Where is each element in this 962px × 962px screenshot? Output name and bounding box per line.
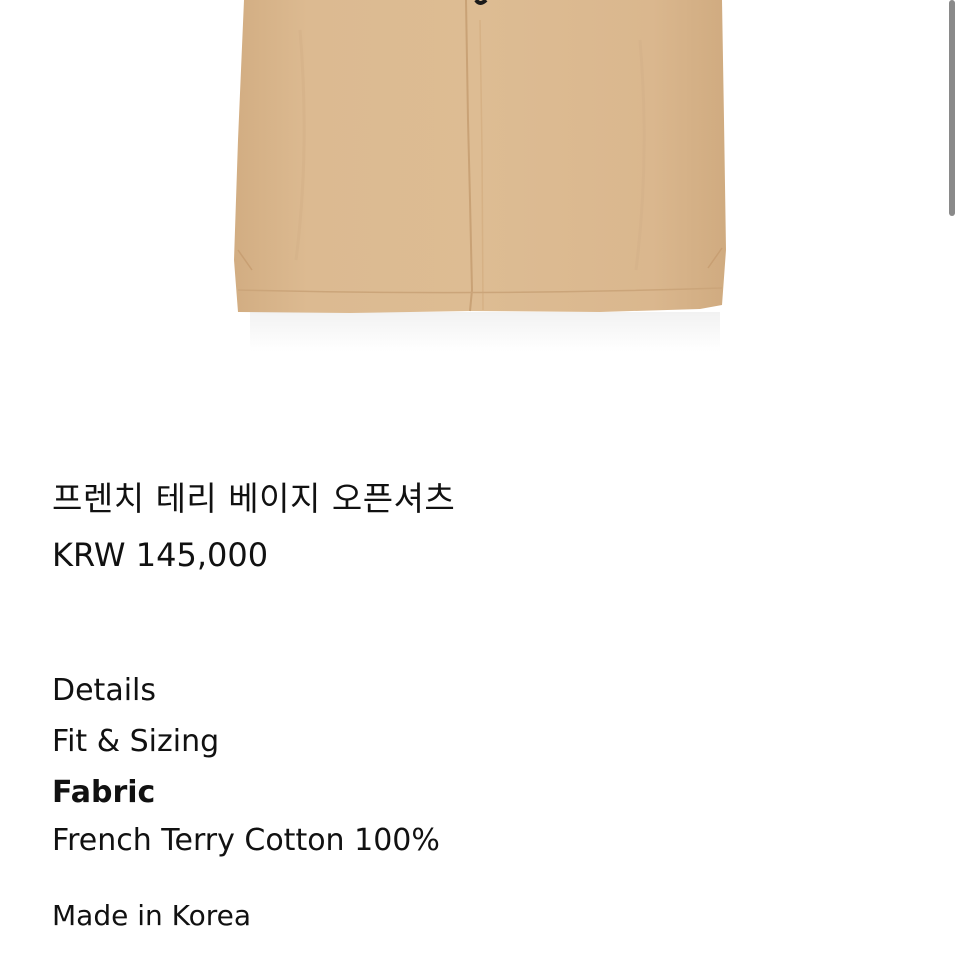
- product-title: 프렌치 테리 베이지 오픈셔츠: [52, 479, 456, 518]
- accordion-fit-sizing[interactable]: Fit & Sizing: [52, 716, 912, 767]
- shirt-illustration: [234, 0, 726, 352]
- accordion-fabric[interactable]: Fabric: [52, 767, 912, 818]
- page-scrollbar[interactable]: [949, 0, 955, 216]
- product-info: 프렌치 테리 베이지 오픈셔츠 KRW 145,000 Details Fit …: [52, 472, 912, 937]
- accordion-details[interactable]: Details: [52, 665, 912, 716]
- product-accordion: Details Fit & Sizing Fabric French Terry…: [52, 665, 912, 937]
- origin-text: Made in Korea: [52, 899, 252, 932]
- product-price: KRW 145,000: [52, 536, 269, 574]
- fabric-content: French Terry Cotton 100%: [52, 823, 440, 858]
- product-image[interactable]: [0, 0, 962, 360]
- garment-shadow: [250, 312, 720, 352]
- product-page: 프렌치 테리 베이지 오픈셔츠 KRW 145,000 Details Fit …: [0, 0, 962, 962]
